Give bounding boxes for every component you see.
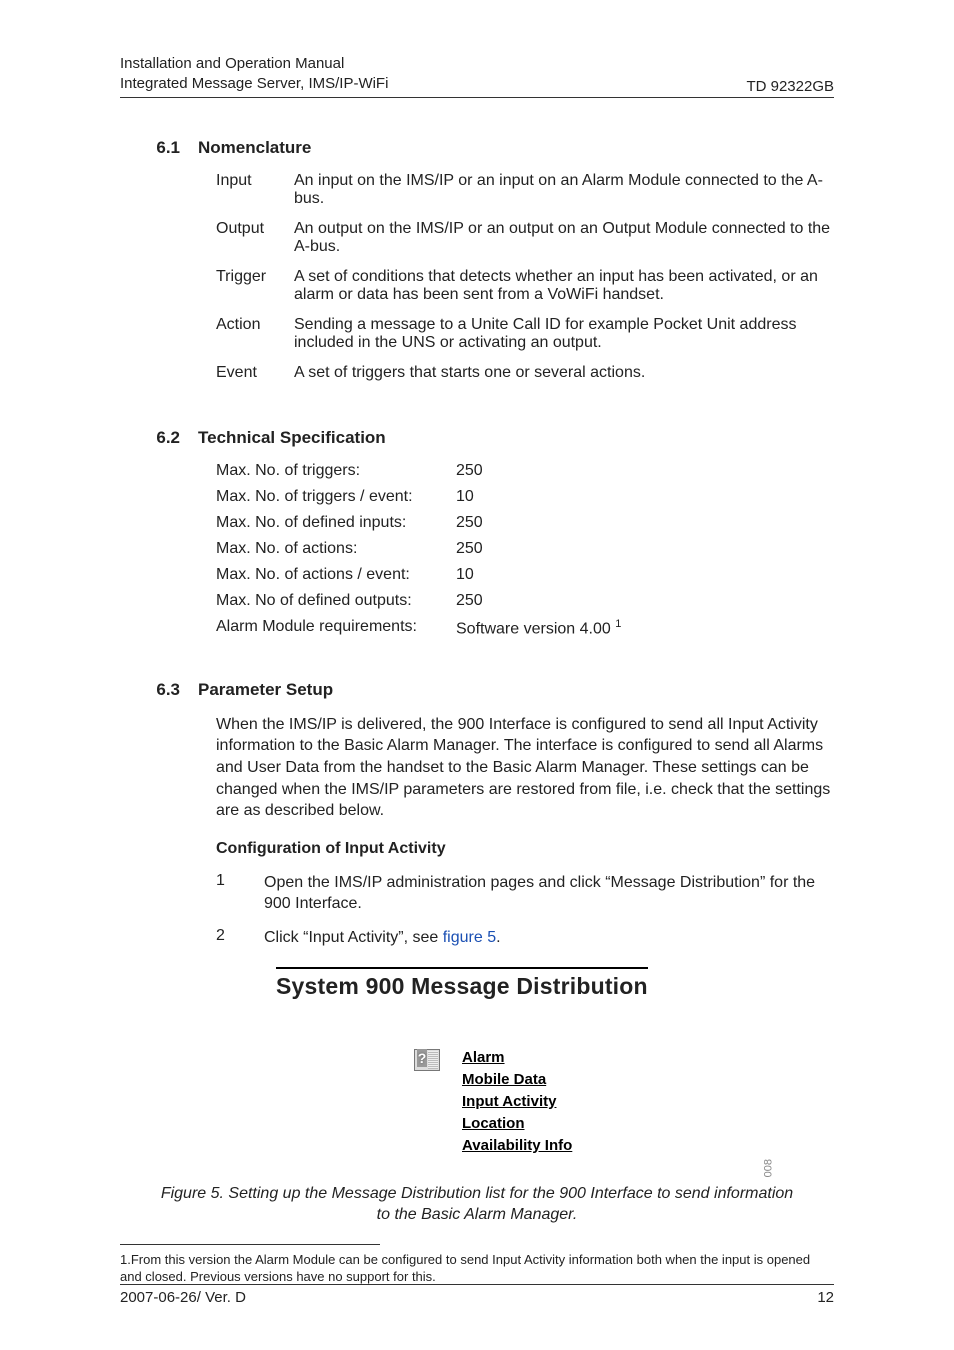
step-number: 2 (216, 927, 264, 949)
spec-row: Max. No. of actions: 250 (216, 540, 834, 558)
def-desc: An input on the IMS/IP or an input on an… (294, 172, 834, 208)
section-number: 6.2 (120, 428, 198, 448)
spec-label: Max. No of defined outputs: (216, 592, 456, 610)
footer-date-version: 2007-06-26/ Ver. D (120, 1289, 246, 1306)
spec-row: Max. No. of triggers: 250 (216, 462, 834, 480)
def-row: Event A set of triggers that starts one … (216, 364, 834, 382)
page-footer: 2007-06-26/ Ver. D 12 (120, 1284, 834, 1306)
figure-title: System 900 Message Distribution (276, 973, 648, 1000)
section-number: 6.1 (120, 138, 198, 158)
spec-value: 10 (456, 566, 474, 584)
def-row: Action Sending a message to a Unite Call… (216, 316, 834, 352)
def-desc: A set of conditions that detects whether… (294, 268, 834, 304)
step-text-pre: Click “Input Activity”, see (264, 929, 443, 946)
spec-label: Max. No. of defined inputs: (216, 514, 456, 532)
footnote-1: 1.From this version the Alarm Module can… (120, 1251, 834, 1286)
figure-link-availability-info[interactable]: Availability Info (462, 1137, 572, 1154)
def-row: Input An input on the IMS/IP or an input… (216, 172, 834, 208)
spec-row: Max. No. of defined inputs: 250 (216, 514, 834, 532)
footnote-rule (120, 1244, 380, 1245)
header-doc-id: TD 92322GB (746, 78, 834, 95)
spec-value: 250 (456, 462, 483, 480)
figure-link-input-activity[interactable]: Input Activity (462, 1093, 572, 1110)
header-line2: Integrated Message Server, IMS/IP-WiFi (120, 74, 388, 94)
figure-5: System 900 Message Distribution Alarm Mo… (216, 967, 834, 1177)
def-row: Trigger A set of conditions that detects… (216, 268, 834, 304)
figure-link-location[interactable]: Location (462, 1115, 572, 1132)
figure-caption: Figure 5. Setting up the Message Distrib… (160, 1183, 794, 1226)
spec-value: 250 (456, 592, 483, 610)
def-term: Trigger (216, 268, 294, 304)
section-title: Nomenclature (198, 138, 311, 158)
def-desc: An output on the IMS/IP or an output on … (294, 220, 834, 256)
def-desc: Sending a message to a Unite Call ID for… (294, 316, 834, 352)
spec-row: Max. No of defined outputs: 250 (216, 592, 834, 610)
def-term: Action (216, 316, 294, 352)
figure-marker: 008 (762, 1159, 774, 1177)
section-title: Parameter Setup (198, 680, 333, 700)
def-term: Event (216, 364, 294, 382)
step-row: 2 Click “Input Activity”, see figure 5. (216, 927, 834, 949)
footnote-ref-icon: 1 (615, 618, 621, 630)
def-term: Input (216, 172, 294, 208)
section-6-2-heading: 6.2 Technical Specification (120, 428, 834, 448)
spec-value: 250 (456, 514, 483, 532)
alarm-value-text: Software version 4.00 (456, 620, 615, 637)
page-header: Installation and Operation Manual Integr… (120, 54, 834, 98)
step-text: Click “Input Activity”, see figure 5. (264, 927, 834, 949)
config-subheading: Configuration of Input Activity (216, 840, 834, 858)
section-number: 6.3 (120, 680, 198, 700)
figure-link[interactable]: figure 5 (443, 929, 496, 946)
spec-label: Max. No. of actions: (216, 540, 456, 558)
spec-value: 10 (456, 488, 474, 506)
intro-paragraph: When the IMS/IP is delivered, the 900 In… (216, 714, 834, 822)
spec-row: Max. No. of triggers / event: 10 (216, 488, 834, 506)
header-line1: Installation and Operation Manual (120, 54, 388, 74)
step-text-post: . (496, 929, 500, 946)
footer-page-number: 12 (817, 1289, 834, 1306)
help-drag-icon (414, 1049, 440, 1071)
section-6-3-heading: 6.3 Parameter Setup (120, 680, 834, 700)
section-6-1-heading: 6.1 Nomenclature (120, 138, 834, 158)
figure-link-mobile-data[interactable]: Mobile Data (462, 1071, 572, 1088)
spec-label: Max. No. of triggers: (216, 462, 456, 480)
spec-row: Max. No. of actions / event: 10 (216, 566, 834, 584)
spec-label: Alarm Module requirements: (216, 618, 456, 638)
step-number: 1 (216, 872, 264, 915)
spec-value: Software version 4.00 1 (456, 618, 621, 638)
figure-link-alarm[interactable]: Alarm (462, 1049, 572, 1066)
spec-label: Max. No. of triggers / event: (216, 488, 456, 506)
step-text: Open the IMS/IP administration pages and… (264, 872, 834, 915)
def-desc: A set of triggers that starts one or sev… (294, 364, 834, 382)
spec-value: 250 (456, 540, 483, 558)
def-term: Output (216, 220, 294, 256)
tech-spec-table: Max. No. of triggers: 250 Max. No. of tr… (216, 462, 834, 638)
spec-row-alarm: Alarm Module requirements: Software vers… (216, 618, 834, 638)
step-row: 1 Open the IMS/IP administration pages a… (216, 872, 834, 915)
nomenclature-list: Input An input on the IMS/IP or an input… (216, 172, 834, 382)
section-title: Technical Specification (198, 428, 386, 448)
spec-label: Max. No. of actions / event: (216, 566, 456, 584)
def-row: Output An output on the IMS/IP or an out… (216, 220, 834, 256)
